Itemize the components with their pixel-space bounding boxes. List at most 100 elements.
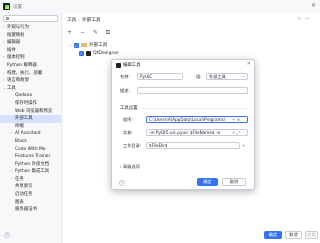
- sidebar-item[interactable]: 终端: [0, 123, 61, 131]
- sidebar-item[interactable]: 启动任务: [0, 191, 61, 199]
- ok-button[interactable]: 确定: [264, 231, 282, 239]
- chevron-down-icon: ⌄: [241, 74, 245, 78]
- sidebar-item[interactable]: ⌄ 工具: [0, 85, 61, 93]
- sidebar-item[interactable]: Code With Me: [0, 146, 61, 154]
- sidebar-item-label: 工具: [7, 85, 16, 91]
- sidebar-item[interactable]: Qodana: [0, 92, 61, 100]
- sidebar-item[interactable]: › Python 集成工具: [0, 168, 61, 176]
- sidebar-item-label: Web 浏览器和预览: [15, 108, 53, 114]
- chevron-icon: ›: [3, 78, 5, 83]
- sidebar-item[interactable]: Python 解释器: [0, 62, 61, 70]
- group-label: 组:: [196, 74, 202, 79]
- breadcrumb: 工具 › 外部工具: [67, 17, 100, 23]
- sidebar-item-label: 终端: [15, 123, 24, 129]
- tool-settings-title: 工具设置: [120, 106, 138, 111]
- chevron-right-icon: ›: [120, 164, 122, 169]
- edit-tool-dialog: 编辑工具 ✕ 名称: PyUIC 组: 外部工具 ⌄ 描述: 工具设置 程序: …: [111, 59, 255, 190]
- chevron-icon: ⌄: [3, 85, 7, 90]
- tree-row-group[interactable]: ⌄ ✓ 外部工具: [69, 41, 107, 49]
- sidebar-item-label: Qodana: [15, 93, 33, 99]
- settings-nav-list: › 外观与行为 按键映射 › 编辑器 插件 › 版本控制 Python 解释器 › 构建、执行、部署…: [0, 24, 61, 214]
- sidebar-item[interactable]: 按键映射: [0, 32, 61, 40]
- history-arrows[interactable]: ←→: [298, 16, 312, 22]
- chevron-down-icon[interactable]: ⌄: [69, 43, 72, 47]
- sidebar-item-label: 启动任务: [15, 192, 33, 198]
- sidebar-item-label: 任务: [15, 176, 24, 182]
- sidebar-item[interactable]: Features Trainer: [0, 153, 61, 161]
- sidebar-item[interactable]: 图表: [0, 199, 61, 207]
- chevron-icon: ›: [3, 40, 5, 45]
- working-dir-field[interactable]: $FileDir$: [146, 142, 240, 149]
- sidebar-item-label: Python 解释器: [7, 62, 37, 68]
- section-divider: [142, 108, 248, 109]
- field-actions-icon[interactable]: + ⤢: [232, 130, 240, 135]
- dialog-title-bar: 编辑工具: [116, 62, 141, 68]
- working-dir-label: 工作目录:: [123, 143, 142, 148]
- tree-row-tool[interactable]: ✓ QtDesigner: [79, 49, 119, 57]
- dialog-cancel-button[interactable]: 取消: [222, 178, 246, 186]
- help-icon[interactable]: ?: [4, 232, 10, 238]
- help-icon[interactable]: ?: [119, 180, 125, 186]
- window-close-icon[interactable]: ✕: [311, 2, 316, 9]
- sidebar-item[interactable]: › 外观与行为: [0, 24, 61, 32]
- dialog-close-icon[interactable]: ✕: [247, 61, 251, 67]
- group-checkbox[interactable]: ✓: [74, 42, 80, 48]
- chevron-icon: ›: [3, 55, 5, 60]
- tools-toolbar[interactable]: + − ✎ ⧉: [67, 29, 113, 37]
- sidebar-item[interactable]: Web 浏览器和预览: [0, 108, 61, 116]
- name-field[interactable]: PyUIC: [137, 73, 183, 80]
- sidebar-item[interactable]: › 编辑器: [0, 39, 61, 47]
- dialog-title: 编辑工具: [123, 63, 141, 68]
- sidebar-item[interactable]: 外部工具: [0, 115, 61, 123]
- apply-button[interactable]: 应用: [305, 231, 318, 239]
- sidebar-item[interactable]: Python 外部文档: [0, 161, 61, 169]
- tool-icon: [86, 50, 91, 56]
- tool-checkbox[interactable]: ✓: [79, 50, 84, 56]
- group-select[interactable]: 外部工具 ⌄: [206, 73, 248, 80]
- pycharm-logo-icon: [116, 62, 121, 68]
- arguments-label: 实参:: [123, 130, 133, 135]
- settings-sidebar: › 外观与行为 按键映射 › 编辑器 插件 › 版本控制 Python 解释器 › 构建、执行、部署…: [0, 13, 62, 243]
- sidebar-item[interactable]: › 任务: [0, 176, 61, 184]
- sidebar-item-label: 编辑器: [7, 40, 21, 46]
- description-field[interactable]: [137, 87, 248, 94]
- sidebar-item[interactable]: 共享索引: [0, 183, 61, 191]
- title-bar: 设置 ✕: [0, 0, 320, 13]
- sidebar-item-label: 外观与行为: [7, 25, 29, 30]
- browse-folder-icon[interactable]: +: [242, 143, 245, 148]
- cancel-button[interactable]: 取消: [285, 231, 302, 239]
- sidebar-item[interactable]: 插件: [0, 47, 61, 55]
- breadcrumb-tools[interactable]: 工具: [67, 18, 76, 23]
- dialog-ok-button[interactable]: 确定: [197, 178, 218, 186]
- sidebar-item-label: Code With Me: [15, 146, 46, 152]
- sidebar-item-label: 保存时操作: [15, 100, 37, 106]
- description-label: 描述:: [120, 88, 130, 93]
- pycharm-logo-icon: [3, 3, 10, 10]
- window-title: 设置: [13, 4, 22, 10]
- sidebar-item[interactable]: › 版本控制: [0, 54, 61, 62]
- sidebar-item-label: 共享索引: [15, 184, 33, 190]
- sidebar-item[interactable]: Black: [0, 138, 61, 146]
- chevron-icon: ›: [3, 70, 5, 75]
- sidebar-item-label: 版本控制: [7, 55, 25, 61]
- sidebar-item[interactable]: 服务器证书: [0, 206, 61, 214]
- settings-search-input[interactable]: [3, 15, 58, 22]
- advanced-options-label: 高级选项: [123, 164, 140, 169]
- folder-icon: [81, 43, 88, 47]
- sidebar-item-label: AI Assistant: [15, 131, 41, 137]
- sidebar-item[interactable]: › 构建、执行、部署: [0, 70, 61, 78]
- sidebar-item-label: 外部工具: [15, 116, 33, 122]
- sidebar-item-label: Features Trainer: [15, 154, 51, 160]
- program-label: 程序:: [123, 117, 133, 122]
- chevron-icon: ›: [3, 25, 5, 29]
- sidebar-item[interactable]: › 语言和框架: [0, 77, 61, 85]
- sidebar-item-label: 语言和框架: [7, 78, 29, 84]
- sidebar-item[interactable]: 保存时操作: [0, 100, 61, 108]
- tree-group-label: 外部工具: [89, 43, 108, 48]
- tree-tool-label: QtDesigner: [93, 50, 119, 56]
- sidebar-item[interactable]: › AI Assistant: [0, 130, 61, 138]
- field-actions-icon[interactable]: + ⊕: [232, 117, 240, 122]
- sidebar-item-label: 按键映射: [7, 32, 25, 38]
- advanced-options-toggle[interactable]: › 高级选项: [120, 164, 140, 170]
- sidebar-item-label: Black: [15, 138, 27, 144]
